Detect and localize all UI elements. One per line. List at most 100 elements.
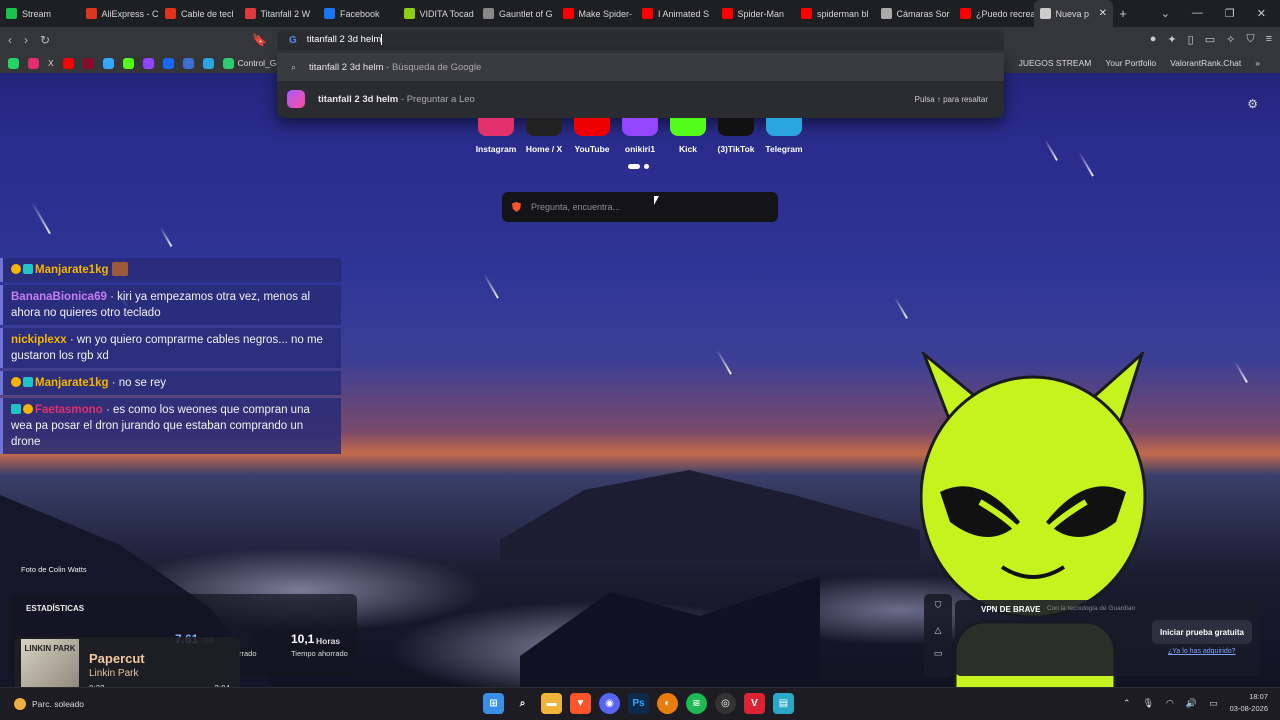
photo-credit[interactable]: Foto de Colin Watts bbox=[21, 565, 87, 574]
profile-icon[interactable]: ● bbox=[1150, 33, 1157, 46]
battery-icon[interactable]: ▭ bbox=[1209, 698, 1218, 709]
close-window-icon[interactable]: ✕ bbox=[1257, 7, 1266, 20]
menu-icon[interactable]: ≡ bbox=[1266, 33, 1272, 46]
shield-icon[interactable]: ⛉ bbox=[924, 600, 952, 611]
forward-icon[interactable]: › bbox=[24, 33, 28, 47]
start-icon[interactable]: ⊞ bbox=[483, 693, 504, 714]
browser-tab[interactable]: Titanfall 2 W bbox=[239, 0, 319, 27]
shortcut-tile[interactable]: Home / X bbox=[520, 118, 568, 154]
browser-tab[interactable]: VIDITA Tocad bbox=[398, 0, 478, 27]
x-icon[interactable]: X bbox=[48, 58, 54, 68]
vpn-icon[interactable]: ⛉ bbox=[1246, 33, 1254, 46]
start-trial-button[interactable]: Iniciar prueba gratuita bbox=[1152, 620, 1252, 644]
minimize-icon[interactable]: — bbox=[1192, 7, 1203, 20]
bookmark-juegos-stream[interactable]: JUEGOS STREAM bbox=[1019, 58, 1092, 68]
telegram-icon[interactable] bbox=[202, 57, 214, 69]
browser-tab[interactable]: spiderman bl bbox=[795, 0, 875, 27]
warning-icon[interactable]: △ bbox=[924, 625, 952, 636]
browser-tab[interactable]: Gauntlet of G bbox=[477, 0, 557, 27]
wifi-icon[interactable]: ◠ bbox=[1166, 698, 1174, 709]
whatsapp-icon[interactable] bbox=[8, 57, 19, 69]
address-bar[interactable]: G titanfall 2 3d helm bbox=[277, 30, 1004, 50]
cloud-icon[interactable] bbox=[102, 57, 114, 69]
clock[interactable]: 18:07 03-08-2026 bbox=[1230, 691, 1268, 715]
search-icon[interactable]: ⌕ bbox=[512, 693, 533, 714]
shortcut-tile[interactable]: (3)TikTok bbox=[712, 118, 760, 154]
toolbar-extensions: ● ✦ ▯ ▭ ✧ ⛉ ≡ bbox=[1150, 33, 1272, 46]
bookmark-control[interactable]: Control_Ga bbox=[222, 57, 281, 69]
youtube-icon[interactable] bbox=[62, 57, 74, 69]
browser-tab[interactable]: ¿Puedo recrea bbox=[954, 0, 1034, 27]
spotify-icon[interactable]: ≋ bbox=[686, 693, 707, 714]
kick-icon[interactable] bbox=[122, 57, 134, 69]
ask-leo-input[interactable]: Pregunta, encuentra... bbox=[502, 192, 778, 222]
browser-tab[interactable]: Nueva p ✕ bbox=[1033, 0, 1113, 27]
browser-tab[interactable]: AliExpress - C bbox=[80, 0, 160, 27]
gear-icon[interactable]: ⚙ bbox=[1247, 97, 1258, 111]
shortcut-tile[interactable]: Kick bbox=[664, 118, 712, 154]
shortcut-tile[interactable]: YouTube bbox=[568, 118, 616, 154]
new-tab-button[interactable]: + bbox=[1113, 6, 1133, 21]
restore-icon[interactable]: ❐ bbox=[1225, 7, 1235, 20]
page-dot[interactable] bbox=[644, 164, 649, 169]
screen-icon[interactable]: ▭ bbox=[924, 648, 952, 659]
browser-tab[interactable]: I Animated S bbox=[636, 0, 716, 27]
behance-icon[interactable] bbox=[162, 57, 174, 69]
more-bookmarks-icon[interactable]: » bbox=[1255, 58, 1260, 68]
tab-label: I Animated S bbox=[658, 8, 710, 19]
instagram-icon[interactable] bbox=[28, 57, 39, 69]
already-acquired-link[interactable]: ¿Ya lo has adquirido? bbox=[1168, 648, 1236, 655]
chat-badge-icon bbox=[23, 264, 33, 274]
suggestion-leo[interactable]: titanfall 2 3d helm - Preguntar a Leo Pu… bbox=[277, 85, 1004, 113]
photoshop-icon[interactable]: Ps bbox=[628, 693, 649, 714]
volume-icon[interactable]: 🔊 bbox=[1186, 698, 1197, 709]
link-icon[interactable] bbox=[182, 57, 194, 69]
shooting-star bbox=[716, 349, 732, 375]
chevron-up-icon[interactable]: ⌃ bbox=[1123, 698, 1131, 709]
browser-tab[interactable]: Make Spider- bbox=[557, 0, 637, 27]
brave-icon[interactable]: ▼ bbox=[570, 693, 591, 714]
bookmark-icon[interactable]: 🔖 bbox=[252, 33, 267, 47]
page-dot-active[interactable] bbox=[628, 164, 640, 169]
shortcut-icon bbox=[670, 118, 706, 136]
tab-label: Stream bbox=[22, 8, 52, 19]
close-tab-icon[interactable]: ✕ bbox=[1099, 8, 1107, 19]
wallet-icon[interactable]: ▭ bbox=[1205, 33, 1215, 46]
tab-label: Cámaras Sor bbox=[896, 8, 950, 19]
browser-tab[interactable]: Cable de tecl bbox=[159, 0, 239, 27]
weather-widget[interactable]: Parc. soleado bbox=[14, 698, 84, 710]
bookmark-icon[interactable] bbox=[82, 57, 94, 69]
reload-icon[interactable]: ↻ bbox=[40, 33, 50, 47]
notepad-icon[interactable]: ▤ bbox=[773, 693, 794, 714]
chat-username: Manjarate1kg bbox=[35, 264, 109, 276]
back-icon[interactable]: ‹ bbox=[8, 33, 12, 47]
shortcut-tile[interactable]: Instagram bbox=[472, 118, 520, 154]
shooting-star bbox=[31, 201, 51, 235]
obs-icon[interactable]: ◎ bbox=[715, 693, 736, 714]
twitch-icon[interactable] bbox=[142, 57, 154, 69]
browser-tab[interactable]: Cámaras Sor bbox=[875, 0, 955, 27]
shooting-star bbox=[1078, 151, 1094, 177]
chevron-down-icon[interactable]: ⌄ bbox=[1161, 7, 1170, 20]
shooting-star bbox=[894, 297, 908, 319]
extensions-icon[interactable]: ✦ bbox=[1167, 33, 1176, 46]
bookmark-valorantrank[interactable]: ValorantRank.Chat bbox=[1170, 58, 1241, 68]
stat-time-value: 10,1 bbox=[291, 632, 315, 646]
shortcut-tile[interactable]: onikiri1 bbox=[616, 118, 664, 154]
chat-message: Manjarate1kg bbox=[0, 258, 341, 282]
leo-icon[interactable]: ✧ bbox=[1226, 33, 1235, 46]
blender-icon[interactable]: ◐ bbox=[657, 693, 678, 714]
mic-icon[interactable]: 🎙 bbox=[1143, 698, 1154, 709]
suggestion-google[interactable]: ⌕ titanfall 2 3d helm - Búsqueda de Goog… bbox=[277, 53, 1004, 81]
browser-tab[interactable]: Facebook bbox=[318, 0, 398, 27]
song-title: Papercut bbox=[89, 651, 145, 666]
valorant-icon[interactable]: V bbox=[744, 693, 765, 714]
browser-tab[interactable]: Stream bbox=[0, 0, 80, 27]
bookmark-your-portfolio[interactable]: Your Portfolio bbox=[1105, 58, 1156, 68]
file-explorer-icon[interactable]: ▬ bbox=[541, 693, 562, 714]
shortcut-tile[interactable]: Telegram bbox=[760, 118, 808, 154]
discord-icon[interactable]: ◉ bbox=[599, 693, 620, 714]
tab-favicon-icon bbox=[165, 8, 176, 19]
browser-tab[interactable]: Spider-Man bbox=[716, 0, 796, 27]
sidebar-icon[interactable]: ▯ bbox=[1188, 33, 1194, 46]
